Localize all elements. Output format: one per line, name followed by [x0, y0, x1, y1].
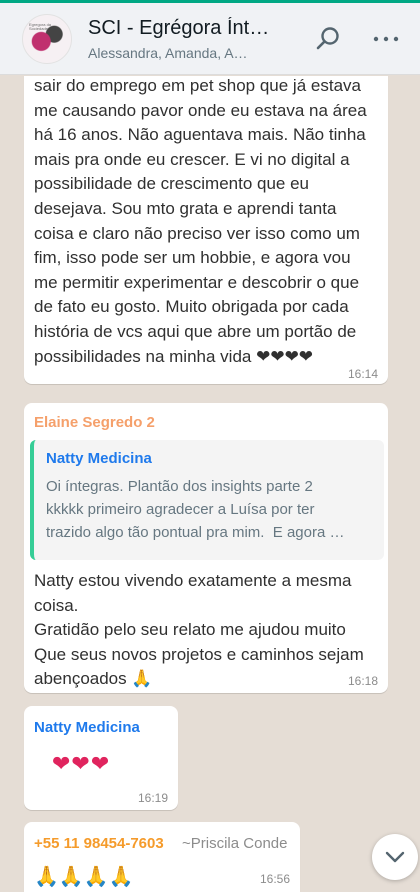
search-button[interactable] [312, 23, 344, 55]
avatar-caption: Egregora da Sociedade [29, 21, 52, 31]
message-bubble[interactable]: sair do emprego em pet shop que já estav… [24, 76, 388, 384]
message-time: 16:14 [347, 367, 378, 381]
message-time: 16:19 [137, 791, 168, 805]
message-time: 16:18 [347, 674, 378, 688]
scroll-down-button[interactable] [372, 834, 418, 880]
message-emoji: 🙏🙏🙏🙏 [34, 866, 134, 888]
message-bubble[interactable]: Elaine Segredo 2 Natty Medicina Oi ínteg… [24, 403, 388, 693]
message-sender[interactable]: +55 11 98454-7603 [34, 835, 164, 852]
menu-button[interactable] [370, 23, 402, 55]
chevron-down-icon [385, 851, 405, 863]
message-text: Natty estou vivendo exatamente a mesma c… [34, 571, 364, 689]
message-list[interactable]: sair do emprego em pet shop que já estav… [0, 76, 420, 892]
message-bubble[interactable]: +55 11 98454-7603 ~Priscila Conde 🙏🙏🙏🙏 1… [24, 822, 300, 892]
message-text: sair do emprego em pet shop que já estav… [34, 76, 367, 366]
message-sender[interactable]: Natty Medicina [34, 719, 140, 736]
group-avatar[interactable]: Egregora da Sociedade [22, 13, 72, 64]
quoted-sender: Natty Medicina [46, 450, 152, 467]
message-time: 16:56 [259, 872, 290, 886]
chat-participants: Alessandra, Amanda, A… [88, 44, 248, 61]
chat-header[interactable]: Egregora da Sociedade SCI - Egrégora Ínt… [0, 3, 420, 75]
push-name: ~Priscila Conde [182, 835, 288, 852]
more-vertical-icon [373, 36, 399, 42]
chat-title-block[interactable]: SCI - Egrégora Ínte… Alessandra, Amanda,… [88, 17, 278, 61]
chat-title: SCI - Egrégora Ínte… [88, 16, 278, 39]
quoted-message[interactable]: Natty Medicina Oi íntegras. Plantão dos … [30, 440, 384, 560]
message-sender[interactable]: Elaine Segredo 2 [34, 414, 155, 431]
quoted-text: Oi íntegras. Plantão dos insights parte … [46, 478, 345, 541]
search-icon [316, 27, 339, 50]
message-bubble[interactable]: Natty Medicina ❤❤❤ 16:19 [24, 706, 178, 810]
message-emoji: ❤❤❤ [52, 751, 111, 776]
